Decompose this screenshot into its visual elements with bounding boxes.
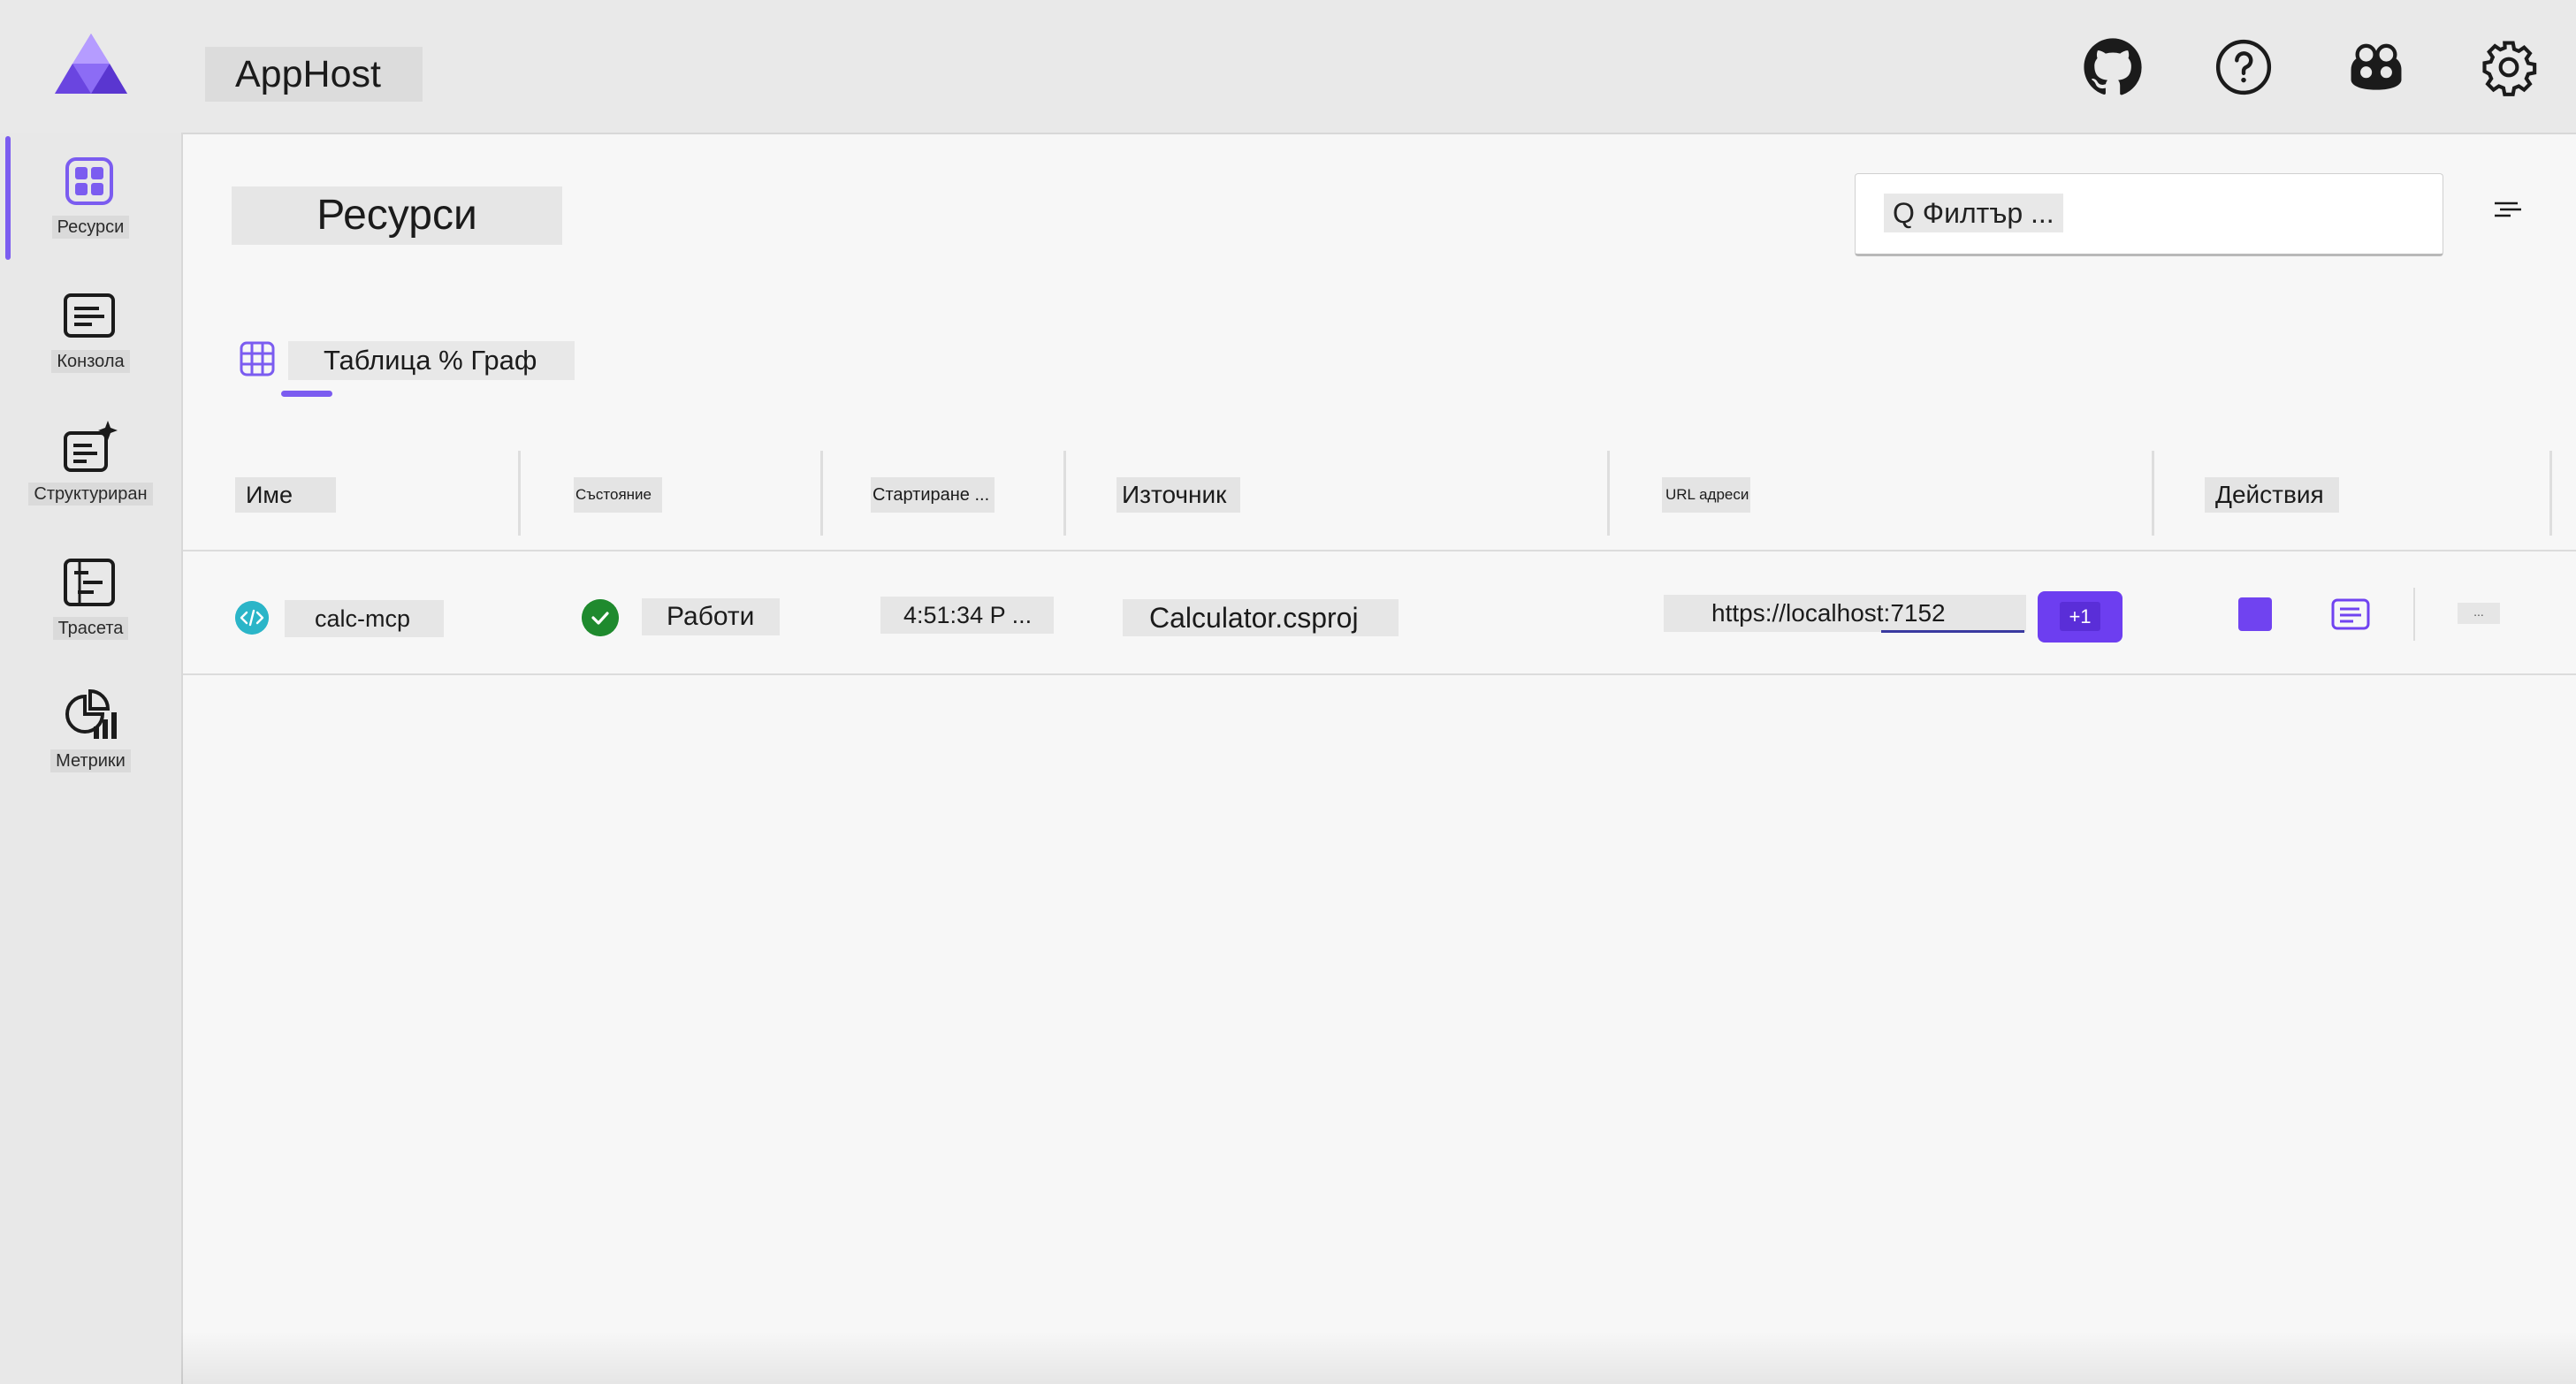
more-urls-badge[interactable]: +1 — [2038, 591, 2123, 643]
sidebar-item-structured[interactable]: Структуриран — [0, 403, 181, 527]
column-separator[interactable] — [2152, 451, 2154, 536]
resource-start-time: 4:51:34 P ... — [880, 597, 1054, 634]
column-header-urls[interactable]: URL адреси — [1662, 477, 1750, 513]
more-urls-count: +1 — [2060, 602, 2100, 631]
copilot-button[interactable] — [2343, 34, 2410, 101]
sidebar-item-label: Структуриран — [28, 483, 153, 506]
url-underline — [1881, 630, 2024, 633]
structured-logs-icon — [64, 421, 118, 472]
column-separator[interactable] — [518, 451, 521, 536]
table-icon[interactable] — [239, 340, 276, 377]
app-title: AppHost — [205, 47, 423, 102]
running-status-icon — [582, 599, 619, 636]
sidebar-item-metrics[interactable]: Метрики — [0, 670, 181, 794]
filter-placeholder: Q Филтър ... — [1884, 194, 2063, 232]
column-separator[interactable] — [820, 451, 823, 536]
active-indicator — [5, 136, 11, 260]
console-logs-icon[interactable] — [2330, 597, 2371, 631]
help-button[interactable] — [2210, 34, 2277, 101]
header-divider — [183, 550, 2576, 551]
sidebar-item-label: Конзола — [51, 350, 130, 373]
filter-input[interactable]: Q Филтър ... — [1855, 173, 2443, 256]
sidebar-item-label: Трасета — [52, 617, 129, 640]
resources-icon — [65, 157, 113, 205]
sidebar: Ресурси Конзола Структуриран Трасета Мет… — [0, 133, 181, 1384]
sidebar-item-label: Метрики — [50, 749, 131, 772]
settings-button[interactable] — [2475, 34, 2542, 101]
resource-url-link[interactable]: https://localhost:7152 — [1664, 595, 2026, 632]
metrics-icon — [65, 688, 117, 739]
project-icon — [235, 601, 269, 635]
tab-table-graph[interactable]: Таблица % Граф — [288, 341, 575, 380]
github-button[interactable] — [2079, 34, 2146, 101]
resource-name[interactable]: calc-mcp — [285, 600, 444, 637]
sidebar-item-label: Ресурси — [51, 216, 130, 239]
console-icon — [64, 293, 115, 338]
sidebar-item-resources[interactable]: Ресурси — [0, 136, 181, 260]
row-divider — [183, 673, 2576, 675]
filter-options-icon[interactable] — [2491, 196, 2525, 223]
main-content — [181, 133, 2576, 1384]
help-icon — [2215, 39, 2272, 95]
copilot-icon — [2351, 43, 2402, 90]
bottom-shadow — [181, 1331, 2576, 1384]
stop-button[interactable] — [2238, 597, 2272, 631]
column-header-state[interactable]: Състояние — [574, 477, 662, 513]
page-title: Ресурси — [232, 186, 562, 245]
aspire-logo-icon[interactable] — [53, 32, 129, 95]
top-bar: AppHost — [0, 0, 2576, 133]
tab-active-underline — [281, 391, 332, 397]
actions-divider — [2413, 588, 2415, 641]
column-header-start[interactable]: Стартиране ... — [871, 477, 995, 513]
column-header-source[interactable]: Източник — [1117, 477, 1240, 513]
column-separator[interactable] — [1607, 451, 1610, 536]
traces-icon — [64, 559, 115, 606]
resource-state: Работи — [642, 598, 780, 635]
sidebar-item-traces[interactable]: Трасета — [0, 537, 181, 661]
column-separator[interactable] — [1063, 451, 1066, 536]
more-actions-button[interactable]: ... — [2458, 603, 2500, 624]
sidebar-item-console[interactable]: Конзола — [0, 270, 181, 394]
column-header-actions[interactable]: Действия — [2205, 477, 2339, 513]
github-icon — [2084, 38, 2142, 95]
column-separator[interactable] — [2549, 451, 2552, 536]
settings-icon — [2482, 41, 2537, 96]
resource-source: Calculator.csproj — [1123, 599, 1399, 636]
column-header-name[interactable]: Име — [235, 477, 336, 513]
